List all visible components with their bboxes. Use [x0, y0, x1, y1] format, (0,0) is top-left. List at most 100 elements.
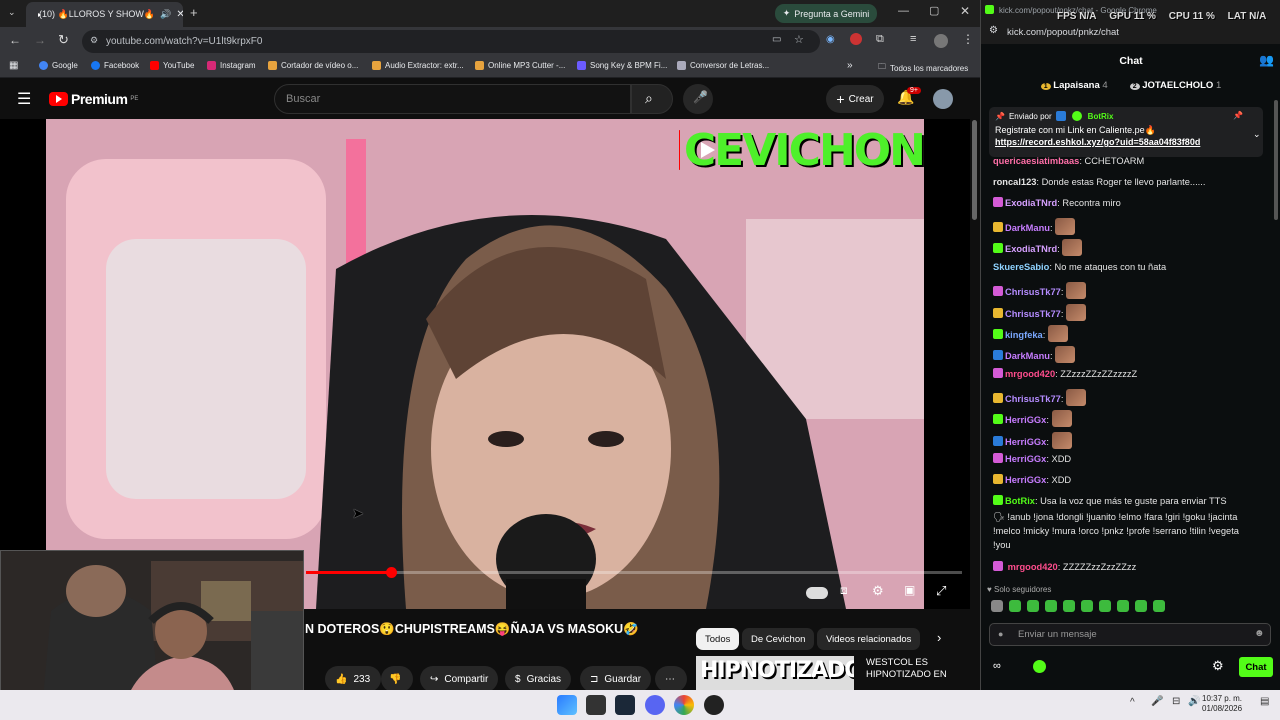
more-bookmarks-icon[interactable]: »	[847, 60, 853, 71]
puzzle-extensions-icon[interactable]: ⧉	[876, 33, 884, 46]
video-player[interactable]: CEVICHON ➤ ⧈ ⚙ ▣ ⤢	[0, 119, 970, 609]
top-chatter-2[interactable]: 2 JOTAELCHOLO 1	[1129, 80, 1221, 96]
tab-audio-icon[interactable]: 🔊	[160, 9, 171, 20]
emote-icon[interactable]	[1099, 600, 1111, 612]
chat-scrollbar[interactable]	[1274, 100, 1278, 220]
chat-address-bar[interactable]: ⚙ kick.com/popout/pnkz/chat	[981, 20, 1280, 44]
hamburger-menu-icon[interactable]: ☰	[17, 89, 31, 109]
forward-button[interactable]: →	[34, 33, 46, 47]
discord-icon[interactable]	[645, 695, 665, 715]
share-button[interactable]: ↪ Compartir	[420, 666, 499, 690]
subtitles-icon[interactable]: ⧈	[840, 583, 848, 598]
collapse-chevron-icon[interactable]: ⌄	[1253, 129, 1261, 140]
kick-logo-icon[interactable]	[1033, 660, 1046, 673]
youtube-logo[interactable]: Premium PE	[49, 91, 138, 107]
emote-icon[interactable]	[1081, 600, 1093, 612]
top-chatter-1[interactable]: 1 Lapaisana 4	[1040, 80, 1108, 96]
pinned-user[interactable]: BotRix	[1088, 112, 1114, 121]
volume-icon[interactable]: 🔊	[1188, 696, 1200, 707]
all-bookmarks-folder[interactable]: 🗀 Todos los marcadores	[878, 61, 968, 75]
cast-icon[interactable]: ▭	[772, 34, 781, 45]
recommended-title[interactable]: WESTCOL ES HIPNOTIZADO EN	[866, 657, 950, 681]
tray-overflow-icon[interactable]: ^	[1130, 697, 1135, 708]
bookmark-song-key[interactable]: Song Key & BPM Fi...	[577, 61, 667, 70]
bookmark-facebook[interactable]: Facebook	[91, 61, 139, 70]
recommended-thumbnail[interactable]: HIPNOTIZADO	[696, 656, 854, 690]
profile-avatar[interactable]	[934, 34, 948, 48]
bookmark-audio-extractor[interactable]: Audio Extractor: extr...	[372, 61, 464, 70]
chip-videos-relacionados[interactable]: Videos relacionados	[817, 628, 921, 650]
username[interactable]: mrgood420	[1008, 562, 1058, 572]
send-chat-button[interactable]: Chat	[1239, 657, 1273, 677]
bookmark-instagram[interactable]: Instagram	[207, 61, 256, 70]
chrome-icon[interactable]	[674, 695, 694, 715]
close-window-button[interactable]: ✕	[960, 4, 970, 18]
chat-users-icon[interactable]: 👥	[1259, 53, 1274, 67]
autoplay-toggle[interactable]	[806, 587, 828, 599]
network-icon[interactable]: ⊟	[1172, 696, 1180, 707]
like-button[interactable]: 👍 233	[325, 666, 381, 690]
username[interactable]: ExodiaTNrd	[1005, 198, 1057, 208]
notification-center-icon[interactable]: ▤	[1260, 696, 1269, 707]
steam-icon[interactable]	[615, 695, 635, 715]
media-controls-icon[interactable]: ≡	[910, 33, 916, 45]
microphone-tray-icon[interactable]: 🎤	[1151, 696, 1163, 707]
bookmark-video-cutter[interactable]: Cortador de vídeo o...	[268, 61, 358, 70]
apps-grid-icon[interactable]: ▦	[9, 60, 18, 71]
emote-icon[interactable]	[1009, 600, 1021, 612]
minimize-button[interactable]: —	[898, 5, 909, 17]
create-button[interactable]: + Crear	[826, 85, 884, 113]
username[interactable]: roncal123	[993, 177, 1036, 187]
emote-icon[interactable]	[1117, 600, 1129, 612]
obs-icon[interactable]	[704, 695, 724, 715]
browser-tab-active[interactable]: (10) 🔥LLOROS Y SHOW🔥 🔊 ✕	[26, 2, 183, 27]
chip-de-cevichon[interactable]: De Cevichon	[742, 628, 815, 650]
pinned-link[interactable]: https://record.eshkol.xyz/go?uid=58aa04f…	[995, 137, 1257, 147]
chips-next-chevron-icon[interactable]: ›	[937, 630, 941, 645]
bookmark-mp3-cutter[interactable]: Online MP3 Cutter -...	[475, 61, 565, 70]
chrome-menu-icon[interactable]: ⋮	[962, 32, 974, 46]
chat-badges-icon[interactable]: ∞	[993, 660, 1001, 672]
username[interactable]: ExodiaTNrd	[1005, 244, 1057, 254]
bookmark-conversor[interactable]: Conversor de Letras...	[677, 61, 769, 70]
username[interactable]: mrgood420	[1005, 369, 1055, 379]
username[interactable]: HerriGGx	[1005, 415, 1046, 425]
settings-gear-icon[interactable]: ⚙	[872, 583, 884, 599]
bookmark-youtube[interactable]: YouTube	[150, 61, 194, 70]
emote-icon[interactable]	[1045, 600, 1057, 612]
reload-button[interactable]: ↻	[58, 32, 69, 48]
username[interactable]: HerriGGx	[1005, 437, 1046, 447]
account-avatar[interactable]	[933, 89, 953, 109]
save-button[interactable]: ⊐ Guardar	[580, 666, 652, 690]
username[interactable]: kingfeka	[1005, 330, 1043, 340]
emote-icon[interactable]	[1063, 600, 1075, 612]
emote-icon[interactable]	[1027, 600, 1039, 612]
tab-close-icon[interactable]: ✕	[176, 9, 183, 20]
site-info-icon[interactable]: ⚙	[90, 35, 98, 46]
extension-icon[interactable]: ◉	[826, 34, 835, 45]
back-button[interactable]: ←	[9, 33, 21, 47]
extension-badge-icon[interactable]	[850, 33, 862, 45]
maximize-button[interactable]: ▢	[929, 4, 939, 17]
video-progress-bar[interactable]	[306, 567, 962, 578]
username[interactable]: quericaesiatimbaas	[993, 156, 1079, 166]
bookmark-google[interactable]: Google	[39, 61, 78, 70]
windows-start-icon[interactable]	[557, 695, 577, 715]
miniplayer-icon[interactable]: ▣	[904, 583, 915, 597]
bookmark-star-icon[interactable]: ☆	[794, 33, 804, 46]
more-actions-button[interactable]: ⋯	[655, 666, 687, 690]
emoji-picker-icon[interactable]: ☻	[1254, 628, 1265, 639]
emote-icon[interactable]	[1153, 600, 1165, 612]
chip-todos[interactable]: Todos	[696, 628, 740, 650]
new-tab-button[interactable]: +	[190, 5, 198, 20]
search-input[interactable]: Buscar	[274, 84, 631, 114]
username[interactable]: ChrisusTk77	[1005, 287, 1061, 297]
voice-search-button[interactable]: 🎤	[683, 84, 713, 114]
username[interactable]: DarkManu	[1005, 223, 1050, 233]
taskbar-clock[interactable]: 10:37 p. m. 01/08/2026	[1202, 694, 1242, 714]
username[interactable]: ChrisusTk77	[1005, 309, 1061, 319]
username[interactable]: HerriGGx	[1005, 475, 1046, 485]
page-scrollbar[interactable]	[972, 120, 977, 220]
thanks-button[interactable]: $ Gracias	[505, 666, 572, 690]
chat-message-input[interactable]: ● Enviar un mensaje ☻	[989, 623, 1271, 646]
